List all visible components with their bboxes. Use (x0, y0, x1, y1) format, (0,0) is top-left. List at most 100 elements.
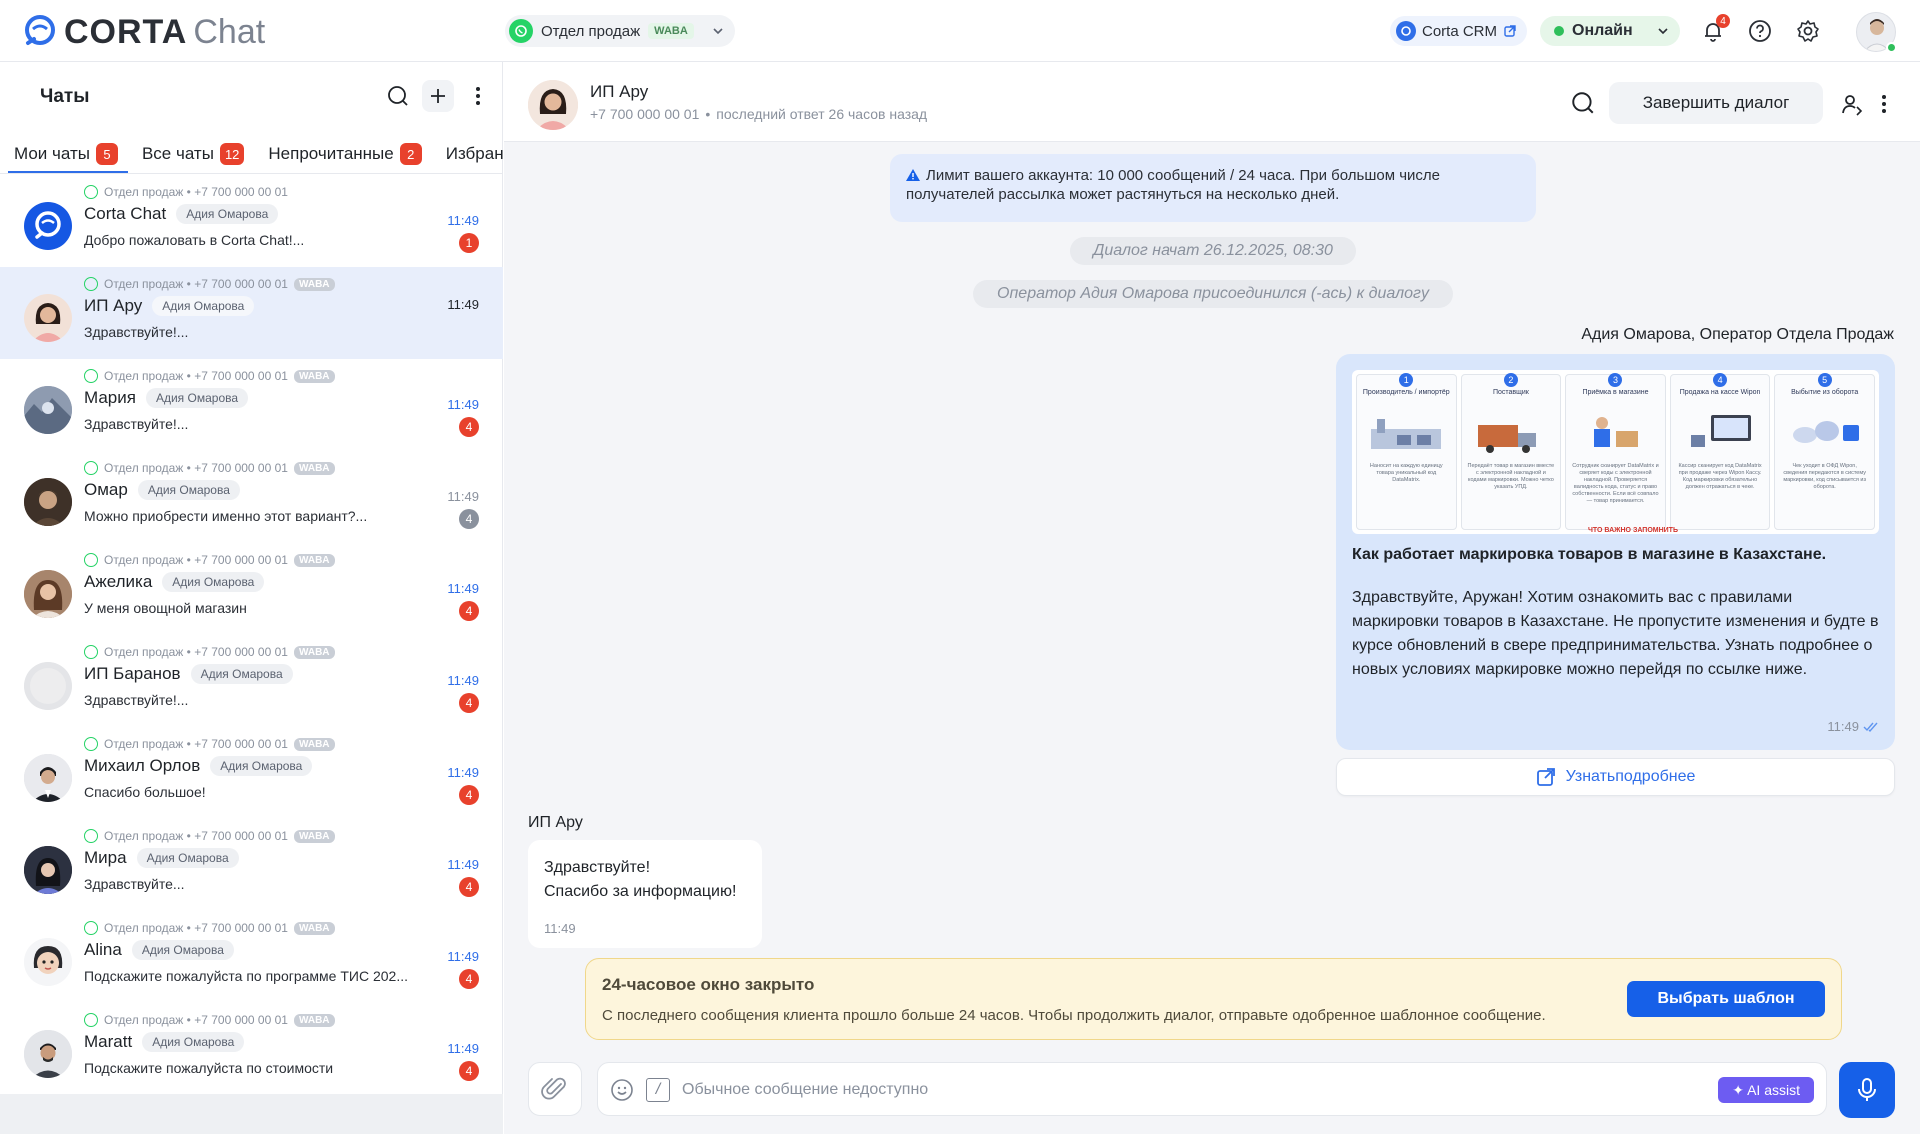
chat-preview: Здравствуйте!... (84, 416, 189, 432)
crm-link[interactable]: Corta CRM (1390, 16, 1528, 46)
search-icon (388, 86, 408, 106)
whatsapp-icon (84, 1013, 98, 1027)
chat-list-item[interactable]: Отдел продаж • +7 700 000 00 01 WABA ИП … (0, 635, 503, 727)
chat-list-item[interactable]: Отдел продаж • +7 700 000 00 01 WABA Аже… (0, 543, 503, 635)
chat-menu-button[interactable] (1872, 92, 1896, 116)
person-photo (24, 386, 72, 434)
settings-button[interactable] (1795, 18, 1821, 44)
account-limit-text: Лимит вашего аккаунта: 10 000 сообщений … (906, 167, 1440, 203)
chat-preview: Можно приобрести именно этот вариант?... (84, 508, 368, 524)
chat-preview: Подскажите пожалуйста по стоимости (84, 1060, 334, 1076)
new-chat-button[interactable] (422, 80, 454, 112)
emoji-button[interactable] (610, 1078, 634, 1102)
infographic-step: 3 Приёмка в магазине Сотрудник сканирует… (1565, 373, 1666, 530)
chat-list-item[interactable]: Отдел продаж • +7 700 000 00 01 WABA Мар… (0, 359, 503, 451)
contact-name: ИП Ару (590, 82, 649, 101)
waba-badge: WABA (293, 553, 335, 567)
status-select[interactable]: Онлайн (1540, 16, 1680, 46)
tab-unread[interactable]: Непрочитанные 2 (254, 134, 431, 173)
chat-name: Мария (84, 388, 136, 407)
chat-list-item[interactable]: Отдел продаж • +7 700 000 00 01 WABA Мир… (0, 819, 503, 911)
chat-list-item[interactable]: Отдел продаж • +7 700 000 00 01 WABA Mar… (0, 1003, 503, 1095)
tab-label: Все чаты (141, 144, 214, 163)
person-icon (1842, 95, 1863, 116)
chat-agent-tag: Адия Омарова (142, 1032, 245, 1052)
chat-name-row: Мария Адия Омарова (84, 388, 249, 408)
help-icon (1749, 20, 1771, 42)
chat-tabs: Мои чаты 5 Все чаты 12 Непрочитанные 2 И… (0, 134, 503, 174)
waba-badge: WABA (293, 737, 335, 751)
chat-name-row: Ажелика Адия Омарова (84, 572, 265, 592)
chat-name: Омар (84, 480, 128, 499)
person-photo (24, 754, 72, 802)
tab-favorites[interactable]: Избранные (432, 134, 503, 173)
chat-agent-tag: Адия Омарова (152, 296, 255, 316)
double-check-icon (1863, 722, 1878, 732)
attach-file-button[interactable] (528, 1062, 582, 1116)
dialog-started-pill: Диалог начат 26.12.2025, 08:30 (1070, 237, 1356, 265)
search-messages-button[interactable] (1570, 90, 1598, 118)
chat-unread-badge: 4 (459, 1061, 479, 1081)
incoming-message-line: Здравствуйте! (544, 859, 651, 876)
tab-all-chats[interactable]: Все чаты 12 (128, 134, 254, 173)
chat-list-item[interactable]: Отдел продаж • +7 700 000 00 01 Corta Ch… (0, 175, 503, 267)
chat-list-item[interactable]: Отдел продаж • +7 700 000 00 01 WABA Ali… (0, 911, 503, 1003)
chat-meta: Отдел продаж • +7 700 000 00 01 (84, 185, 288, 199)
logo-text-chat: Chat (193, 13, 266, 51)
chat-preview: Подскажите пожалуйста по программе ТИС 2… (84, 968, 408, 984)
chat-list-item[interactable]: Отдел продаж • +7 700 000 00 01 WABA Ома… (0, 451, 503, 543)
choose-template-button[interactable]: Выбрать шаблон (1627, 981, 1825, 1017)
chat-unread-badge: 4 (459, 969, 479, 989)
chat-meta: Отдел продаж • +7 700 000 00 01 WABA (84, 369, 335, 383)
tab-my-chats[interactable]: Мои чаты 5 (0, 134, 128, 173)
ai-assist-button[interactable]: ✦ AI assist (1718, 1077, 1814, 1103)
message-composer: / ✦ AI assist (597, 1062, 1827, 1116)
chat-channel-phone: Отдел продаж • +7 700 000 00 01 (104, 829, 288, 843)
app-logo[interactable]: CORTA Chat (24, 14, 265, 50)
help-button[interactable] (1747, 18, 1773, 44)
chat-meta: Отдел продаж • +7 700 000 00 01 WABA (84, 645, 335, 659)
chat-agent-tag: Адия Омарова (210, 756, 313, 776)
contact-avatar[interactable] (528, 80, 578, 130)
step-title: Поставщик (1492, 389, 1529, 396)
finish-dialog-button[interactable]: Завершить диалог (1609, 82, 1823, 124)
waba-badge: WABA (293, 369, 335, 383)
whatsapp-icon (84, 553, 98, 567)
chat-avatar (24, 386, 72, 434)
chat-unread-badge: 1 (459, 233, 479, 253)
chat-time: 11:49 (447, 297, 479, 312)
factory-illustration (1371, 419, 1441, 449)
marking-infographic-image[interactable]: 1 Производитель / импортёр Наносит на ка… (1352, 370, 1879, 534)
chat-meta: Отдел продаж • +7 700 000 00 01 WABA (84, 553, 335, 567)
user-online-indicator (1886, 42, 1897, 53)
contact-phone: +7 700 000 00 01 (590, 106, 700, 122)
warning-triangle-icon (906, 169, 920, 181)
learn-more-button[interactable]: Узнатьподробнее (1336, 758, 1895, 796)
notifications-button[interactable]: 4 (1700, 14, 1730, 44)
operator-joined-text: Оператор Адия Омарова присоединился (-ас… (997, 285, 1429, 302)
whatsapp-icon (84, 277, 98, 291)
voice-message-button[interactable] (1839, 1062, 1895, 1118)
quick-replies-button[interactable]: / (646, 1078, 670, 1102)
message-input[interactable] (682, 1075, 1482, 1105)
logo-text-corta: CORTA (64, 13, 188, 51)
whatsapp-icon (84, 921, 98, 935)
whatsapp-icon (84, 829, 98, 843)
sidebar-menu-button[interactable] (462, 80, 494, 112)
chat-meta: Отдел продаж • +7 700 000 00 01 WABA (84, 737, 335, 751)
separator-dot: • (705, 106, 711, 122)
chat-agent-tag: Адия Омарова (162, 572, 265, 592)
whatsapp-icon (509, 19, 533, 43)
chat-list-item-selected[interactable]: Отдел продаж • +7 700 000 00 01 WABA ИП … (0, 267, 503, 359)
waba-badge: WABA (293, 1013, 335, 1027)
search-chats-button[interactable] (382, 80, 414, 112)
chat-list-item[interactable]: Отдел продаж • +7 700 000 00 01 WABA Мих… (0, 727, 503, 819)
step-text: Передаёт товар в магазин вместе с электр… (1467, 463, 1555, 490)
mic-icon (1858, 1078, 1876, 1101)
sidebar-title: Чаты (40, 86, 90, 107)
channel-select[interactable]: Отдел продаж WABA (505, 15, 735, 47)
assign-operator-button[interactable] (1840, 92, 1864, 116)
waba-badge: WABA (293, 461, 335, 475)
whatsapp-icon (84, 737, 98, 751)
step-number: 2 (1503, 373, 1518, 387)
